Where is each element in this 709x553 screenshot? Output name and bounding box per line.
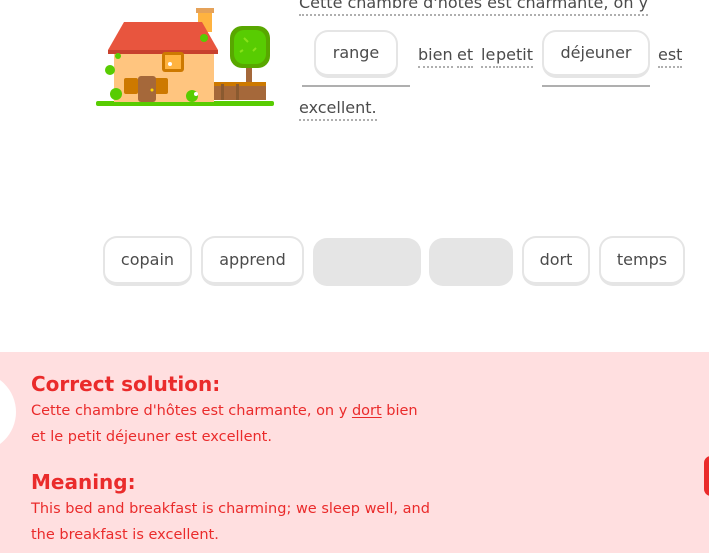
correct-solution-heading: Correct solution: (31, 372, 221, 396)
word-bank-token[interactable]: copain (103, 236, 192, 286)
correct-solution-text: Cette chambre d'hôtes est charmante, on … (31, 398, 431, 450)
feedback-status-icon (0, 372, 16, 452)
house-icon (96, 8, 274, 106)
solution-highlighted-word: dort (351, 403, 382, 419)
placed-token-range[interactable]: range (314, 30, 398, 78)
feedback-panel: Correct solution: Cette chambre d'hôtes … (0, 352, 709, 553)
sentence-word-et: et (457, 44, 474, 68)
sentence-word-bien: bien (418, 44, 453, 68)
word-bank-used-slot (429, 238, 513, 286)
word-bank-token[interactable]: apprend (201, 236, 304, 286)
sentence-word-petit: petit (496, 44, 533, 68)
sentence-word-excellent: excellent. (299, 97, 377, 121)
sentence-area: Cette chambre d'hôtes est charmante, on … (299, 0, 699, 128)
continue-button-edge[interactable] (704, 456, 709, 496)
guesthouse-illustration (96, 8, 276, 110)
meaning-text: This bed and breakfast is charming; we s… (31, 501, 430, 543)
sentence-word-est: est (658, 44, 683, 68)
sentence-line-1: Cette chambre d'hôtes est charmante, on … (299, 0, 649, 16)
sentence-word-le: le (481, 44, 496, 68)
word-bank-token[interactable]: dort (522, 236, 590, 286)
solution-text-before: Cette chambre d'hôtes est charmante, on … (31, 403, 352, 419)
meaning-heading: Meaning: (31, 470, 136, 494)
word-bank-used-slot (313, 238, 421, 286)
lesson-screen: Cette chambre d'hôtes est charmante, on … (0, 0, 709, 553)
placed-token-dejeuner[interactable]: déjeuner (542, 30, 650, 78)
word-bank-token[interactable]: temps (599, 236, 685, 286)
